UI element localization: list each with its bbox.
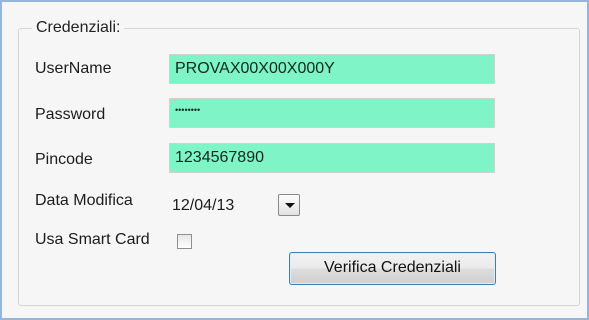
pincode-label: Pincode <box>35 151 93 168</box>
pincode-field[interactable]: 1234567890 <box>169 143 495 173</box>
data-modifica-value[interactable]: 12/04/13 <box>172 197 234 215</box>
smart-card-checkbox[interactable] <box>177 234 192 249</box>
date-picker-dropdown-icon[interactable] <box>278 194 300 216</box>
groupbox-title: Credenziali: <box>32 19 125 37</box>
verify-credentials-button[interactable]: Verifica Credenziali <box>289 252 496 285</box>
data-modifica-label: Data Modifica <box>35 192 133 209</box>
password-field[interactable]: •••••••• <box>169 98 495 128</box>
username-field[interactable]: PROVAX00X00X000Y <box>169 54 495 84</box>
password-label: Password <box>35 106 106 123</box>
username-label: UserName <box>35 60 112 77</box>
smart-card-label: Usa Smart Card <box>35 231 150 248</box>
